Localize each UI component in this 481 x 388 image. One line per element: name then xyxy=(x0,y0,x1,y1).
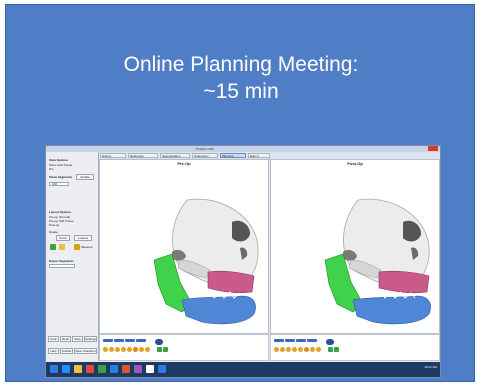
measure-icon[interactable] xyxy=(74,244,80,250)
tab-export[interactable]: Export xyxy=(248,153,270,158)
color-swatch-icon[interactable] xyxy=(298,347,303,352)
folder-icon[interactable] xyxy=(74,365,82,373)
undo-button[interactable]: Undo xyxy=(48,336,59,342)
app-screenshot: ProPlan CMF History Reference Segmentati… xyxy=(45,145,441,378)
layout-option-postop[interactable]: Post-op xyxy=(49,223,59,227)
color-swatch-icon[interactable] xyxy=(145,347,150,352)
preop-control-row1 xyxy=(103,339,163,345)
window-title: ProPlan CMF xyxy=(196,147,215,151)
green-tool-icon[interactable] xyxy=(50,244,56,250)
front-button[interactable]: Front xyxy=(56,235,70,241)
proplan-icon[interactable] xyxy=(158,365,166,373)
save-snapshot-button[interactable]: Save Snapshot xyxy=(74,348,97,354)
postop-controls xyxy=(270,334,440,361)
preop-controls xyxy=(99,334,269,361)
color-swatch-icon[interactable] xyxy=(133,347,138,352)
color-swatch-icon[interactable] xyxy=(121,347,126,352)
os-taskbar: 10:41 AM xyxy=(46,362,440,377)
section-layout-options: Layout Options xyxy=(49,210,71,214)
app-icon[interactable] xyxy=(146,365,154,373)
preop-control-row2 xyxy=(103,347,168,352)
section-view-options: View Options xyxy=(49,158,68,162)
browser-icon[interactable] xyxy=(62,365,70,373)
help-button[interactable]: Help xyxy=(48,348,59,354)
slide-title-line1: Online Planning Meeting: xyxy=(123,53,359,76)
color-swatch-icon[interactable] xyxy=(310,347,315,352)
start-icon[interactable] xyxy=(50,365,58,373)
camera-icon[interactable] xyxy=(326,339,334,345)
color-swatch-icon[interactable] xyxy=(115,347,120,352)
grid-icon[interactable] xyxy=(328,347,333,352)
rotate-label: Rotate xyxy=(49,230,58,234)
grid-icon[interactable] xyxy=(157,347,162,352)
view-toggle-icon[interactable] xyxy=(114,339,124,342)
toolbar-button[interactable]: Toolbar xyxy=(60,348,73,354)
yellow-tool-icon[interactable] xyxy=(59,244,65,250)
view-toggle-icon[interactable] xyxy=(285,339,295,342)
view-toggle-icon[interactable] xyxy=(125,339,135,342)
tab-segmentation[interactable]: Segmentation xyxy=(160,153,190,158)
postop-control-row1 xyxy=(274,339,334,345)
close-window-button[interactable] xyxy=(428,146,438,151)
option-pre[interactable]: Pre xyxy=(49,167,54,171)
color-swatch-icon[interactable] xyxy=(304,347,309,352)
app-icon[interactable] xyxy=(122,365,130,373)
lateral-button[interactable]: Lateral xyxy=(74,235,92,241)
redo-button[interactable]: Redo xyxy=(60,336,71,342)
postop-control-row2 xyxy=(274,347,339,352)
media-icon[interactable] xyxy=(86,365,94,373)
export-field[interactable] xyxy=(49,264,75,268)
grid-icon[interactable] xyxy=(163,347,168,352)
grid-icon[interactable] xyxy=(334,347,339,352)
color-swatch-icon[interactable] xyxy=(103,347,108,352)
slide-title-line2: ~15 min xyxy=(203,80,279,103)
postop-viewport[interactable]: Post-Op xyxy=(270,159,440,334)
preop-skull-model[interactable] xyxy=(100,160,268,333)
app-icon[interactable] xyxy=(110,365,118,373)
color-swatch-icon[interactable] xyxy=(127,347,132,352)
view-toggle-icon[interactable] xyxy=(136,339,146,342)
segment-value-text: 100 xyxy=(52,182,58,186)
tab-reference[interactable]: Reference xyxy=(128,153,158,158)
postop-skull-model[interactable] xyxy=(271,160,439,333)
color-swatch-icon[interactable] xyxy=(286,347,291,352)
section-export-segments: Export Segments xyxy=(49,259,74,263)
color-swatch-icon[interactable] xyxy=(109,347,114,352)
tab-planning[interactable]: Planning xyxy=(220,153,246,158)
color-swatch-icon[interactable] xyxy=(316,347,321,352)
color-swatch-icon[interactable] xyxy=(280,347,285,352)
tab-history[interactable]: History xyxy=(100,153,126,158)
view-toggle-icon[interactable] xyxy=(274,339,284,342)
color-swatch-icon[interactable] xyxy=(139,347,144,352)
app-icon[interactable] xyxy=(98,365,106,373)
slide-title: Online Planning Meeting: ~15 min xyxy=(6,51,476,105)
settings-button[interactable]: Settings xyxy=(84,336,97,342)
color-swatch-icon[interactable] xyxy=(292,347,297,352)
view-toggle-icon[interactable] xyxy=(103,339,113,342)
camera-icon[interactable] xyxy=(155,339,163,345)
view-toggle-icon[interactable] xyxy=(296,339,306,342)
save-button[interactable]: Save xyxy=(72,336,83,342)
update-button[interactable]: Update xyxy=(76,174,94,180)
tab-osteotomy[interactable]: Osteotomy xyxy=(192,153,218,158)
taskbar-clock: 10:41 AM xyxy=(424,365,437,369)
app-icon[interactable] xyxy=(134,365,142,373)
preop-viewport[interactable]: Pre-Op xyxy=(99,159,269,334)
section-show-segments: Show Segments xyxy=(49,175,73,179)
color-swatch-icon[interactable] xyxy=(274,347,279,352)
measure-label[interactable]: Measure xyxy=(81,245,93,249)
left-control-panel: View Options Show Soft Tissue Pre Show S… xyxy=(46,152,99,361)
view-toggle-icon[interactable] xyxy=(307,339,317,342)
